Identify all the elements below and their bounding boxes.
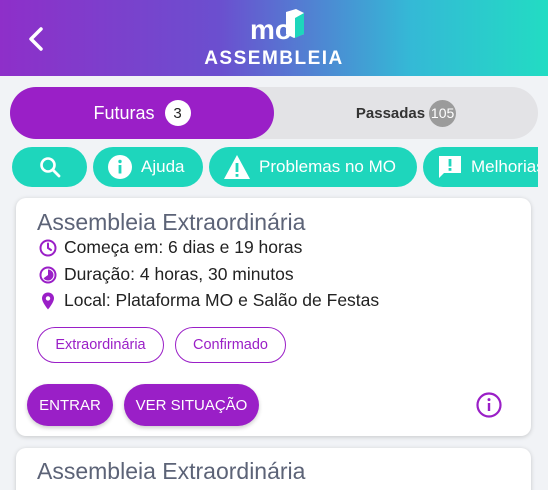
chip-label: Problemas no MO xyxy=(259,157,396,176)
help-chip[interactable]: Ajuda xyxy=(93,147,203,187)
start-info: Começa em: 6 dias e 19 horas xyxy=(38,237,302,258)
tab-label: Passadas xyxy=(355,104,426,122)
location-pin-icon xyxy=(42,292,54,309)
chip-label: Ajuda xyxy=(141,157,185,176)
tab-label: Futuras xyxy=(93,102,155,123)
clock-icon xyxy=(39,239,57,256)
enter-button[interactable]: ENTRAR xyxy=(27,384,113,426)
feedback-icon xyxy=(439,156,461,178)
search-icon xyxy=(39,157,60,178)
assembly-card: Assembleia Extraordinária xyxy=(16,448,531,490)
page-title: ASSEMBLEIA xyxy=(204,48,344,69)
improvements-chip[interactable]: Melhorias xyxy=(423,147,538,187)
duration-info: Duração: 4 horas, 30 minutos xyxy=(38,264,294,285)
action-chips: Ajuda Problemas no MO Melhorias xyxy=(12,147,538,187)
location-info: Local: Plataforma MO e Salão de Festas xyxy=(38,290,379,311)
count-badge: 105 xyxy=(429,99,457,127)
app-header: mo ASSEMBLEIA xyxy=(0,0,548,76)
assembly-title: Assembleia Extraordinária xyxy=(37,458,306,484)
view-status-button[interactable]: VER SITUAÇÃO xyxy=(124,384,259,426)
problems-chip[interactable]: Problemas no MO xyxy=(209,147,417,187)
assembly-title: Assembleia Extraordinária xyxy=(37,209,306,235)
location-text: Local: Plataforma MO e Salão de Festas xyxy=(64,290,380,310)
tab-passadas[interactable]: Passadas 105 xyxy=(274,87,538,139)
tab-futuras[interactable]: Futuras 3 xyxy=(10,87,274,139)
svg-text:mo: mo xyxy=(250,14,292,44)
status-tag: Confirmado xyxy=(175,327,286,363)
type-tag: Extraordinária xyxy=(37,327,164,363)
warning-icon xyxy=(224,155,250,179)
mo-logo: mo xyxy=(248,8,308,45)
info-outline-icon[interactable] xyxy=(475,391,503,419)
count-badge: 3 xyxy=(164,100,191,126)
start-text: Começa em: 6 dias e 19 horas xyxy=(64,237,303,257)
assembly-card: Assembleia Extraordinária Começa em: 6 d… xyxy=(16,198,531,436)
chip-label: Melhorias xyxy=(471,157,538,176)
info-icon xyxy=(108,155,132,179)
timelapse-icon xyxy=(39,266,57,283)
tab-bar: Futuras 3 Passadas 105 xyxy=(10,87,538,139)
duration-text: Duração: 4 horas, 30 minutos xyxy=(64,264,294,284)
search-button[interactable] xyxy=(12,147,87,187)
